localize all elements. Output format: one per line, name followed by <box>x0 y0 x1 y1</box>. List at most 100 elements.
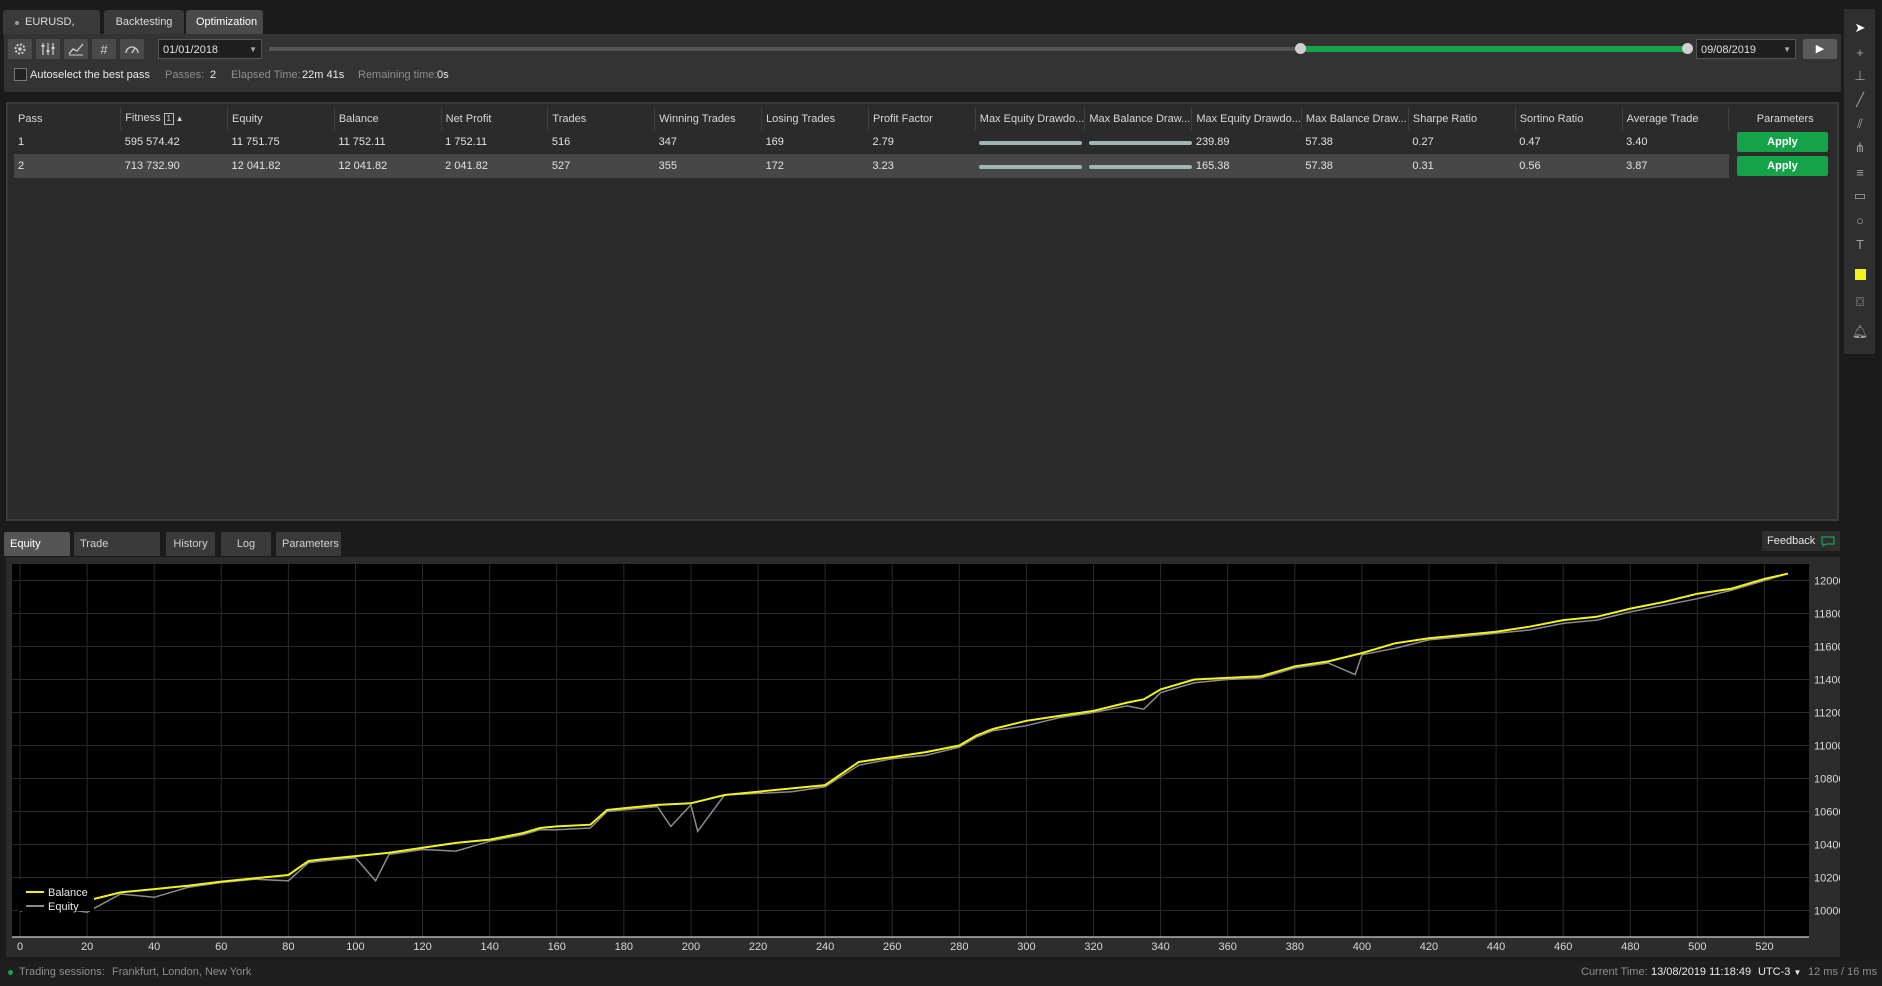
cell-profit-factor: 2.79 <box>872 136 894 148</box>
settings-button[interactable] <box>8 39 32 59</box>
cell-sortino-ratio: 0.56 <box>1515 154 1623 178</box>
settings-icon <box>14 43 26 55</box>
parameters-button[interactable] <box>36 39 60 59</box>
cell-pass: 1 <box>18 136 25 148</box>
col-header-parameters-label: Parameters <box>1756 112 1814 125</box>
chevron-down-icon: ▼ <box>1783 45 1791 54</box>
y-tick-label: 11000 <box>1814 741 1840 753</box>
start-optimization-button[interactable]: ▶ <box>1803 39 1837 59</box>
col-header-sharpe-ratio[interactable]: Sharpe Ratio <box>1407 107 1516 130</box>
col-header-net-profit[interactable]: Net Profit <box>440 107 548 130</box>
col-header-losing-trades[interactable]: Losing Trades <box>761 107 869 130</box>
x-tick-label: 360 <box>1219 941 1237 953</box>
cell-max-balance-drawdown: 57.38 <box>1301 154 1409 178</box>
text-tool[interactable]: T <box>1851 235 1869 253</box>
x-tick-label: 40 <box>148 941 160 953</box>
sort-order-badge: 1 <box>163 112 174 125</box>
equity-chart[interactable]: 0 20 40 60 80 100 120 140 160 180 200 220 240 260 280 3… <box>6 557 1845 957</box>
x-tick-label: 0 <box>17 941 23 953</box>
tab-parameters-label: Parameters <box>282 538 339 550</box>
end-date-input[interactable]: 09/08/2019 ▼ <box>1696 39 1796 59</box>
col-header-max-equity-drawdown-pct[interactable]: Max Equity Drawdo... <box>974 107 1085 130</box>
col-header-max-equity-drawdown[interactable]: Max Equity Drawdo... <box>1191 107 1302 130</box>
cell-profit-factor: 3.23 <box>868 154 976 178</box>
optimization-results-panel: Pass Fitness 1 ▲ Equity Balance Net Profit… <box>6 102 1839 521</box>
speed-button[interactable] <box>120 39 144 59</box>
cell-max-equity-drawdown-pct <box>975 130 1085 154</box>
grid-hash-icon: # <box>100 41 108 57</box>
tab-history[interactable]: History <box>166 532 215 556</box>
cell-sharpe-ratio: 0.31 <box>1408 154 1516 178</box>
col-header-average-trade[interactable]: Average Trade <box>1621 107 1729 130</box>
cell-max-balance-drawdown: 57.38 <box>1305 136 1333 148</box>
pitchfork-tool[interactable]: ⋔ <box>1851 139 1869 157</box>
feedback-label: Feedback <box>1767 535 1816 547</box>
tab-log-label: Log <box>236 538 256 550</box>
col-header-winning-trades[interactable]: Winning Trades <box>654 107 762 130</box>
yellow-color-swatch-icon <box>1854 268 1866 280</box>
x-tick-label: 220 <box>749 941 767 953</box>
ellipse-tool[interactable]: ○ <box>1851 211 1869 229</box>
table-row[interactable]: 2 713 732.90 12 041.82 12 041.82 2 041.8… <box>14 154 1837 178</box>
table-row[interactable]: 1 595 574.42 11 751.75 11 752.11 1 752.1… <box>14 130 1837 154</box>
tab-trade-statistics[interactable]: Trade Statistics <box>74 532 160 574</box>
col-header-profit-factor[interactable]: Profit Factor <box>867 107 976 130</box>
y-tick-label: 10200 <box>1814 873 1840 885</box>
trend-line-tool[interactable]: ╱ <box>1851 91 1869 109</box>
grid-button[interactable]: # <box>92 39 116 59</box>
feedback-button[interactable]: Feedback <box>1762 531 1841 551</box>
x-tick-label: 300 <box>1017 941 1035 953</box>
x-tick-label: 60 <box>215 941 227 953</box>
color-picker-tool[interactable] <box>1851 265 1869 283</box>
parameters-sliders-icon <box>41 43 55 55</box>
col-header-parameters[interactable]: Parameters <box>1728 107 1837 130</box>
pitchfork-icon: ⋔ <box>1854 140 1866 155</box>
rectangle-icon: ▭ <box>1853 188 1867 203</box>
tab-log[interactable]: Log <box>221 532 271 556</box>
chevron-down-icon: ▼ <box>249 45 257 54</box>
cell-fitness: 713 732.90 <box>120 154 228 178</box>
crosshair-tool[interactable]: + <box>1851 43 1869 61</box>
cell-max-equity-drawdown-pct <box>975 154 1085 178</box>
legend-balance-label: Balance <box>48 887 88 899</box>
pointer-tool[interactable]: ➤ <box>1851 19 1869 37</box>
date-range-start-handle[interactable] <box>1295 43 1306 54</box>
cursor-arrow-icon: ➤ <box>1854 20 1866 35</box>
fibonacci-tool[interactable]: ≡ <box>1851 163 1869 181</box>
chart-button[interactable] <box>64 39 88 59</box>
horizontal-line-tool[interactable]: ⊥ <box>1851 67 1869 85</box>
elapsed-time-value: 22m 41s <box>302 69 345 81</box>
drawdown-bar <box>1088 164 1192 169</box>
col-header-fitness[interactable]: Fitness 1 ▲ <box>120 107 228 130</box>
cell-winning-trades: 355 <box>654 154 762 178</box>
channel-tool[interactable]: ⫽ <box>1851 115 1869 133</box>
col-header-balance[interactable]: Balance <box>333 107 442 130</box>
apply-button[interactable]: Apply <box>1736 156 1828 176</box>
x-tick-label: 20 <box>81 941 93 953</box>
chevron-down-icon: ▼ <box>1793 968 1802 977</box>
apply-button[interactable]: Apply <box>1736 132 1828 152</box>
col-header-max-balance-drawdown[interactable]: Max Balance Draw... <box>1300 107 1409 130</box>
start-date-input[interactable]: 01/01/2018 ▼ <box>158 39 262 59</box>
col-header-trades[interactable]: Trades <box>547 107 655 130</box>
col-header-max-balance-drawdown-pct[interactable]: Max Balance Draw... <box>1084 107 1192 130</box>
timezone-selector[interactable]: UTC-3 ▼ <box>1758 966 1801 978</box>
ellipse-icon: ○ <box>1856 212 1864 228</box>
autoselect-checkbox[interactable] <box>14 68 27 81</box>
tab-equity-chart[interactable]: Equity Chart <box>4 532 70 574</box>
y-tick-label: 10600 <box>1814 807 1840 819</box>
tab-optimization[interactable]: Optimization <box>186 10 263 35</box>
col-header-sortino-ratio[interactable]: Sortino Ratio <box>1514 107 1623 130</box>
screenshot-tool[interactable]: ⌼ <box>1851 293 1869 311</box>
tab-parameters[interactable]: Parameters <box>276 532 341 556</box>
tab-eurusd[interactable]: EURUSD, m1 <box>3 10 100 53</box>
alert-tool[interactable]: 🔔︎ <box>1851 323 1869 341</box>
col-header-equity[interactable]: Equity <box>227 107 335 130</box>
col-header-max-eq-dd-pct-label: Max Equity Drawdo... <box>979 112 1085 125</box>
x-tick-label: 320 <box>1084 941 1102 953</box>
col-header-pass[interactable]: Pass <box>14 107 121 130</box>
autoselect-label: Autoselect the best pass <box>30 69 150 81</box>
date-range-end-handle[interactable] <box>1682 43 1693 54</box>
rectangle-tool[interactable]: ▭ <box>1851 187 1869 205</box>
tab-backtesting[interactable]: Backtesting <box>104 10 184 35</box>
